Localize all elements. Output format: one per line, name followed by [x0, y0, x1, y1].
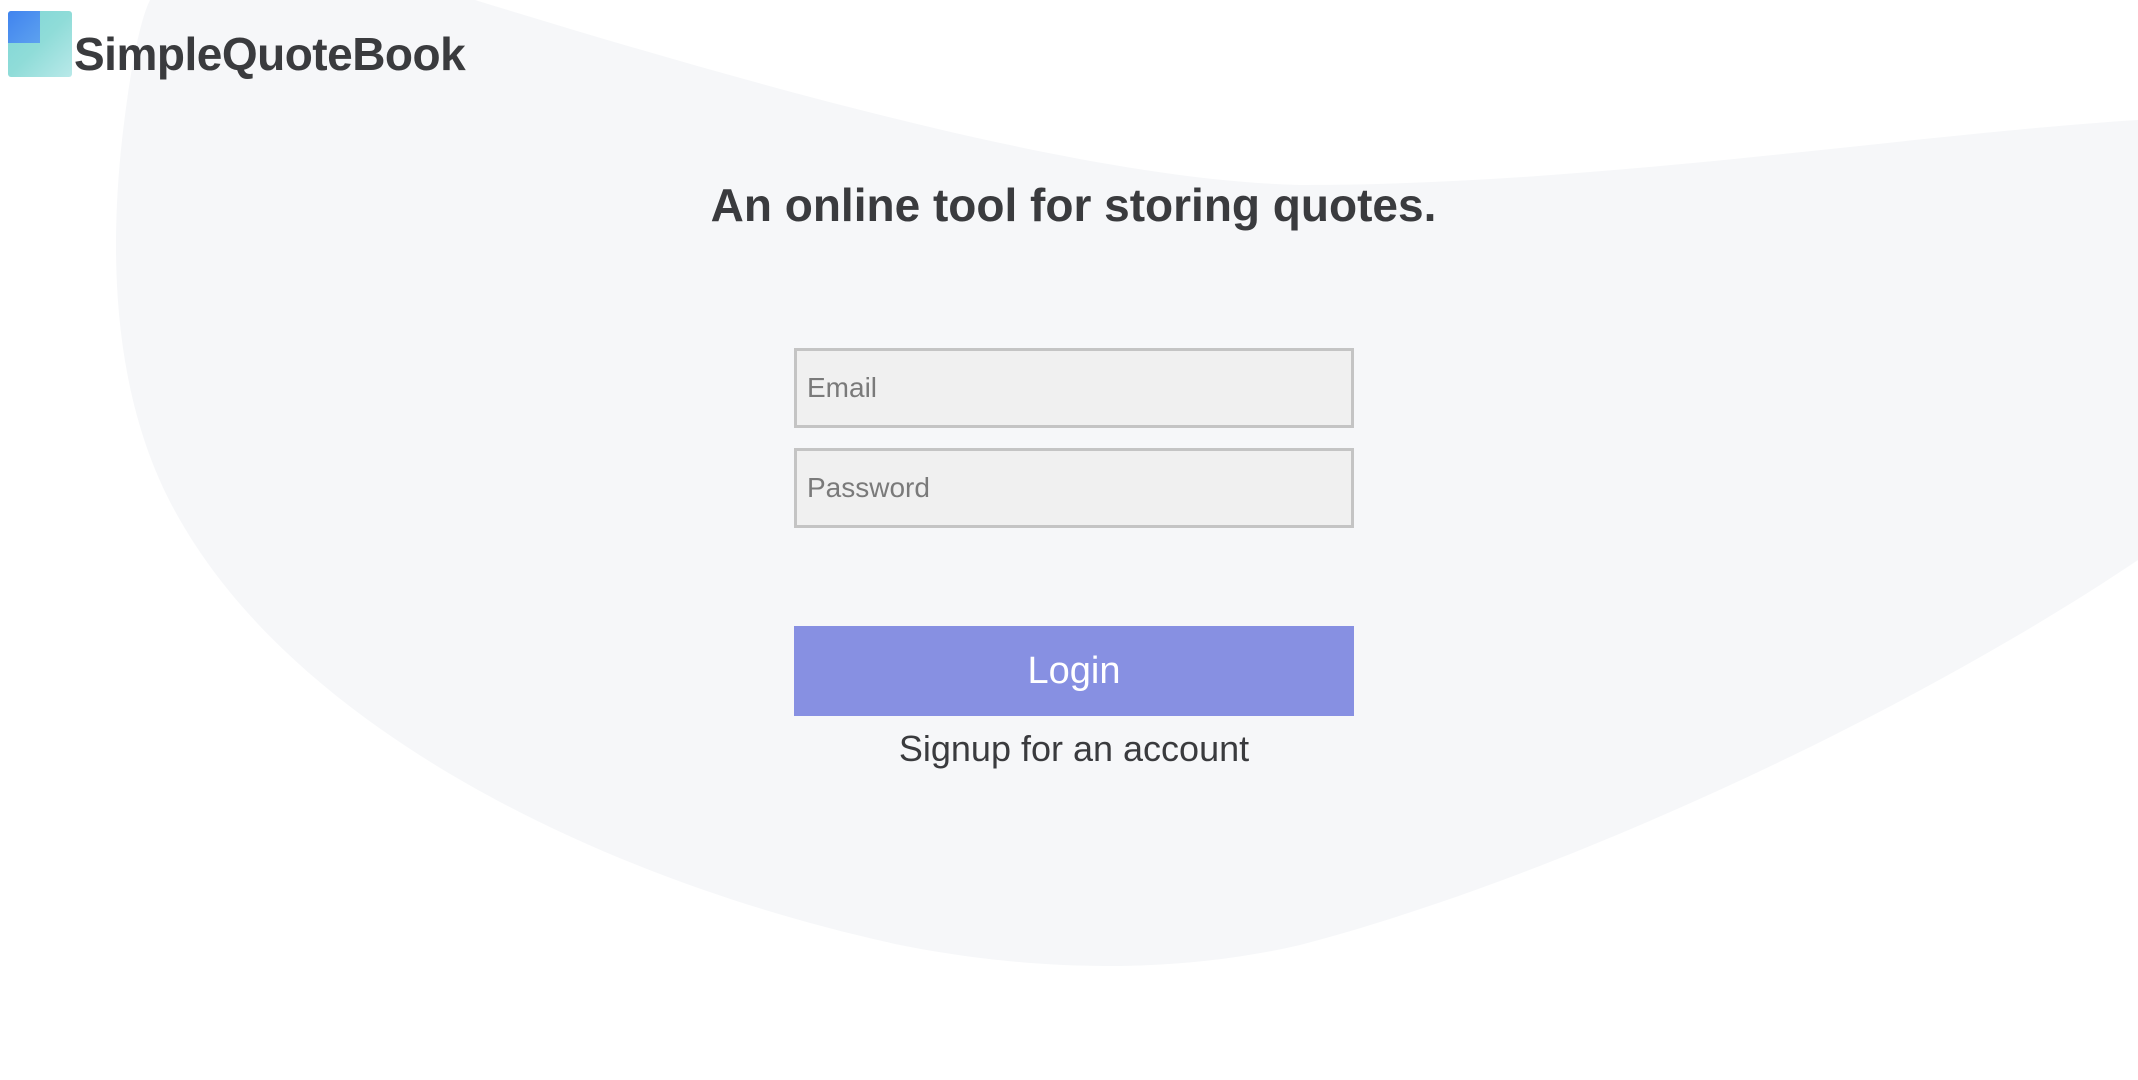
brand-name: SimpleQuoteBook — [74, 28, 466, 80]
signup-link[interactable]: Signup for an account — [794, 728, 1354, 770]
login-button[interactable]: Login — [794, 626, 1354, 716]
login-form: Login Signup for an account — [794, 348, 1354, 770]
stacked-squares-logo-icon — [8, 11, 72, 77]
login-page: SimpleQuoteBook An online tool for stori… — [0, 0, 2138, 1080]
email-input[interactable] — [794, 348, 1354, 428]
page-tagline: An online tool for storing quotes. — [710, 179, 1437, 231]
password-input[interactable] — [794, 448, 1354, 528]
brand[interactable]: SimpleQuoteBook — [8, 11, 466, 80]
